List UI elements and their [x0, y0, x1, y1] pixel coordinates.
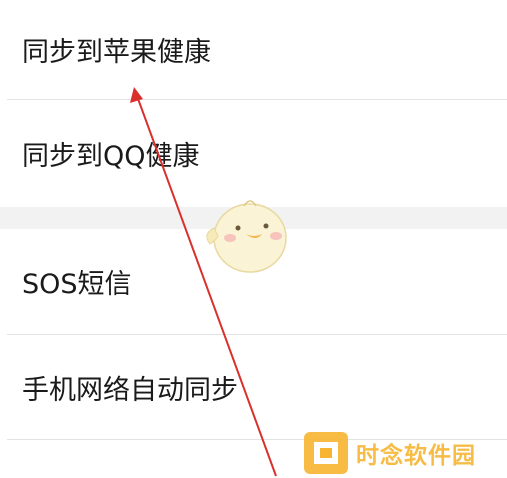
watermark-text: 时念软件园: [356, 443, 476, 469]
setting-item-sync-apple-health[interactable]: 同步到苹果健康: [0, 0, 507, 99]
setting-item-label: 同步到QQ健康: [22, 141, 200, 172]
watermark-logo-icon: [304, 432, 348, 474]
setting-item-mobile-network-auto-sync[interactable]: 手机网络自动同步: [0, 335, 507, 439]
watermark: 时念软件园: [302, 428, 507, 478]
setting-item-label: SOS短信: [22, 269, 132, 300]
setting-item-label: 同步到苹果健康: [22, 37, 211, 68]
setting-item-label: 手机网络自动同步: [22, 374, 238, 406]
mascot-chick-icon: [206, 200, 287, 273]
